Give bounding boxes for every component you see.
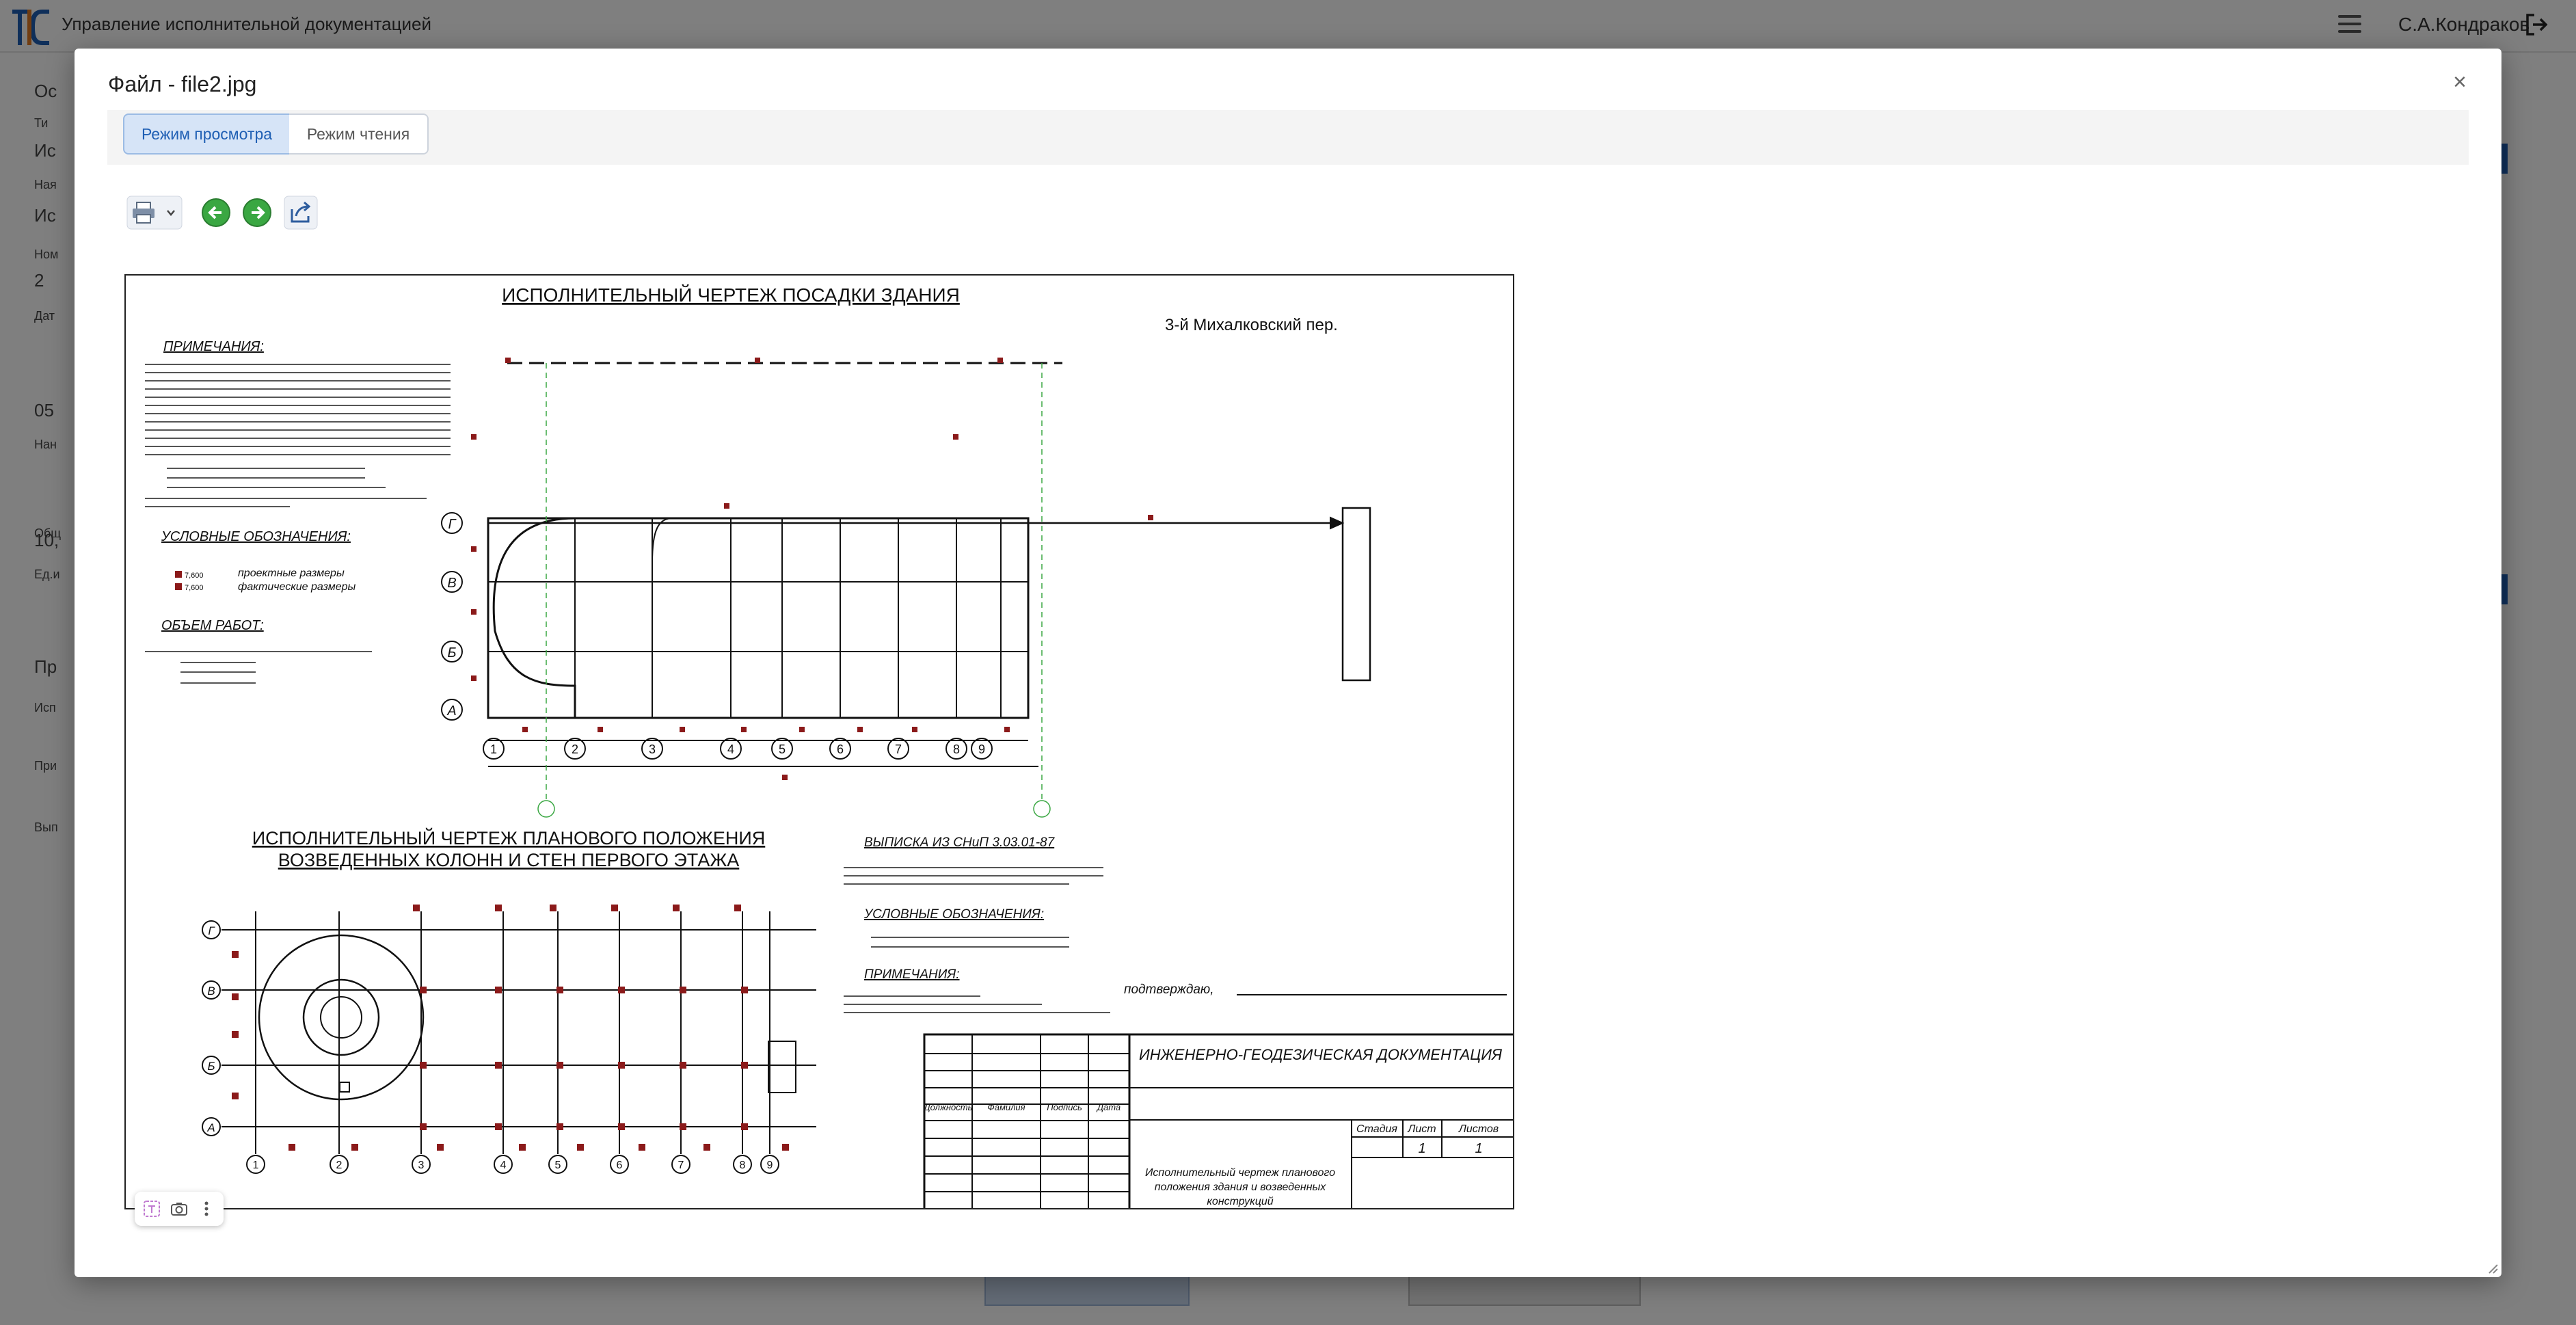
share-icon[interactable] xyxy=(284,196,318,230)
stamp-sheet: Лист xyxy=(1407,1123,1436,1135)
stamp-sheet-value: 1 xyxy=(1418,1141,1425,1156)
axis-number: 1 xyxy=(490,742,497,756)
close-icon[interactable]: × xyxy=(2448,70,2471,94)
axis-label: Г xyxy=(448,517,457,532)
legend-actual: фактические размеры xyxy=(238,581,355,593)
stamp-desc: Исполнительный чертеж планового xyxy=(1145,1167,1335,1179)
more-options-icon[interactable] xyxy=(196,1199,217,1219)
notes2-title: ПРИМЕЧАНИЯ: xyxy=(864,967,960,982)
axis-label: В xyxy=(447,576,456,591)
axis-numbers xyxy=(483,738,993,760)
stamp-desc: конструкций xyxy=(1207,1196,1273,1207)
axis-number: 4 xyxy=(500,1160,507,1171)
stamp-sheets: Листов xyxy=(1458,1123,1499,1135)
notes-title: ПРИМЕЧАНИЯ: xyxy=(163,339,264,354)
stamp-stage: Стадия xyxy=(1356,1123,1397,1135)
printer-icon[interactable] xyxy=(126,196,183,230)
stamp-col: Дата xyxy=(1096,1102,1121,1112)
modal-title: Файл - file2.jpg xyxy=(108,72,257,96)
legend2-title: УСЛОВНЫЕ ОБОЗНАЧЕНИЯ: xyxy=(863,907,1044,922)
legend-value: 7,600 xyxy=(185,572,204,580)
axis-label: А xyxy=(206,1121,215,1134)
axis-number: 9 xyxy=(767,1160,773,1171)
axis-number: 5 xyxy=(779,742,786,756)
axis-number: 5 xyxy=(555,1160,561,1171)
axis-number: 7 xyxy=(895,742,902,756)
axis-number: 6 xyxy=(617,1160,623,1171)
stamp-header: ИНЖЕНЕРНО-ГЕОДЕЗИЧЕСКАЯ ДОКУМЕНТАЦИЯ xyxy=(1139,1046,1503,1063)
axis-number: 3 xyxy=(418,1160,425,1171)
axis-number: 6 xyxy=(837,742,844,756)
axis-label: В xyxy=(207,985,215,998)
axis-number: 2 xyxy=(572,742,578,756)
tab-read-mode[interactable]: Режим чтения xyxy=(289,113,429,155)
dimension-markers xyxy=(471,358,1153,780)
drawing-street: 3-й Михалковский пер. xyxy=(1165,316,1338,334)
stamp-sheets-value: 1 xyxy=(1475,1141,1482,1156)
approve-text: подтверждаю, xyxy=(1124,982,1213,997)
axis-number: 2 xyxy=(336,1160,343,1171)
file-preview-modal: Файл - file2.jpg × Режим просмотра Режим… xyxy=(75,49,2501,1277)
legend-title: УСЛОВНЫЕ ОБОЗНАЧЕНИЯ: xyxy=(161,529,351,544)
axis-label: Б xyxy=(447,645,456,660)
camera-icon[interactable] xyxy=(169,1199,189,1219)
axis-number: 8 xyxy=(740,1160,746,1171)
building-plan xyxy=(487,362,1371,767)
axis-label: Г xyxy=(208,924,215,937)
stamp-desc: положения здания и возведенных xyxy=(1155,1181,1327,1193)
column-markers xyxy=(232,905,789,1151)
mode-tabs: Режим просмотра Режим чтения xyxy=(107,110,2469,165)
axis-label: Б xyxy=(207,1060,215,1073)
axis-number: 4 xyxy=(727,742,734,756)
stamp-col: Подпись xyxy=(1047,1102,1082,1112)
lower-axis-circles xyxy=(202,920,779,1174)
image-overlay-toolbar xyxy=(135,1192,224,1226)
snip-title: ВЫПИСКА ИЗ СНиП 3.03.01-87 xyxy=(864,835,1056,850)
text-select-icon[interactable] xyxy=(142,1199,162,1219)
axis-number: 3 xyxy=(649,742,656,756)
axis-letters xyxy=(441,512,463,721)
notes2-lines xyxy=(844,995,1110,1013)
tab-view-mode[interactable]: Режим просмотра xyxy=(123,113,291,155)
stamp-col: Фамилия xyxy=(987,1102,1025,1112)
legend2-lines xyxy=(871,937,1069,948)
volume-lines xyxy=(145,651,372,684)
legend-value: 7,600 xyxy=(185,584,204,592)
axis-number: 1 xyxy=(253,1160,259,1171)
axis-number: 8 xyxy=(953,742,960,756)
legend-design: проектные размеры xyxy=(238,567,345,579)
drawing-main-title: ИСПОЛНИТЕЛЬНЫЙ ЧЕРТЕЖ ПОСАДКИ ЗДАНИЯ xyxy=(502,284,960,306)
second-title-1: ИСПОЛНИТЕЛЬНЫЙ ЧЕРТЕЖ ПЛАНОВОГО ПОЛОЖЕНИ… xyxy=(252,827,766,848)
second-title-2: ВОЗВЕДЕННЫХ КОЛОНН И СТЕН ПЕРВОГО ЭТАЖА xyxy=(278,850,740,870)
axis-number: 7 xyxy=(678,1160,684,1171)
arrow-right-icon[interactable] xyxy=(240,196,274,230)
notes-text-lines xyxy=(145,364,451,507)
construction-drawing: ИСПОЛНИТЕЛЬНЫЙ ЧЕРТЕЖ ПОСАДКИ ЗДАНИЯ 3-й… xyxy=(145,284,1513,1208)
volume-title: ОБЪЕМ РАБОТ: xyxy=(161,618,264,633)
stamp-col: Должность xyxy=(923,1102,973,1112)
axis-number: 9 xyxy=(978,742,985,756)
snip-lines xyxy=(844,867,1103,885)
resize-handle-icon[interactable] xyxy=(2485,1261,2499,1274)
document-image[interactable]: ИСПОЛНИТЕЛЬНЫЙ ЧЕРТЕЖ ПОСАДКИ ЗДАНИЯ 3-й… xyxy=(124,274,1514,1209)
axis-label: А xyxy=(446,704,456,719)
columns-plan xyxy=(222,911,816,1154)
arrow-left-icon[interactable] xyxy=(199,196,233,230)
